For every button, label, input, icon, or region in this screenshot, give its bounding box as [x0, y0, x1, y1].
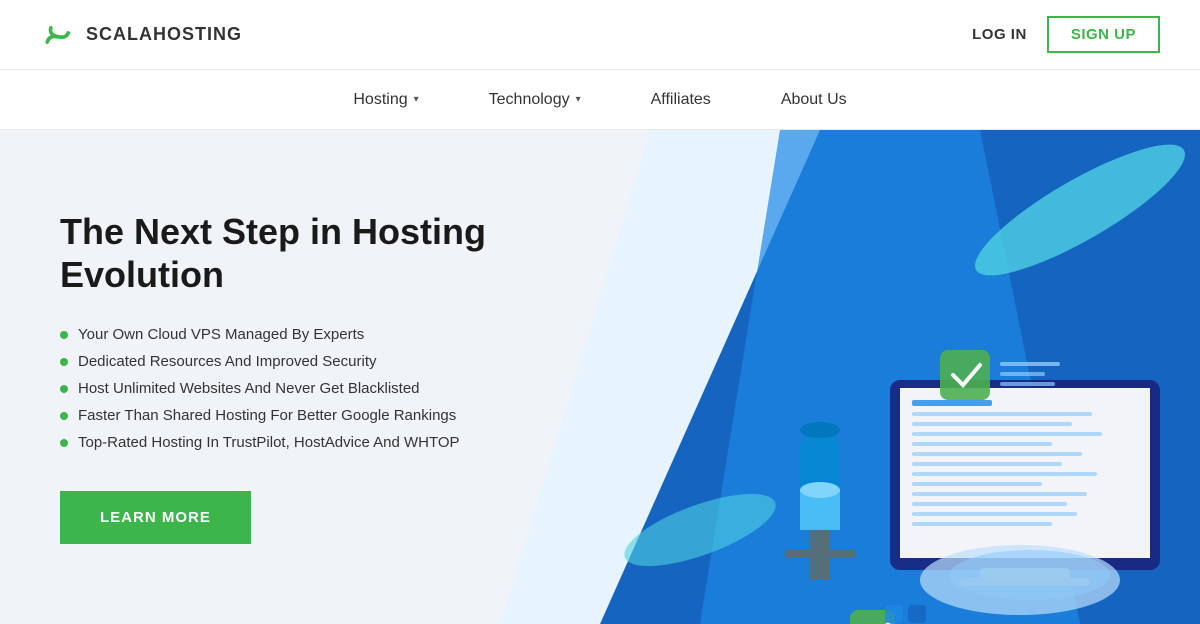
hero-content: The Next Step in Hosting Evolution Your … — [0, 150, 600, 604]
nav-label-technology: Technology — [489, 91, 570, 109]
list-item: Your Own Cloud VPS Managed By Experts — [60, 326, 540, 343]
bullet-text-2: Dedicated Resources And Improved Securit… — [78, 353, 376, 370]
bullet-icon — [60, 331, 68, 339]
bullet-icon — [60, 412, 68, 420]
learn-more-button[interactable]: LEARN MORE — [60, 491, 251, 544]
logo[interactable]: SCALAHOSTING — [40, 17, 242, 53]
chevron-down-icon: ▾ — [576, 94, 581, 105]
bullet-text-3: Host Unlimited Websites And Never Get Bl… — [78, 380, 420, 397]
nav-item-technology[interactable]: Technology ▾ — [484, 91, 586, 109]
nav-item-about[interactable]: About Us — [776, 91, 852, 109]
hero-section: The Next Step in Hosting Evolution Your … — [0, 130, 1200, 624]
hero-illustration — [500, 130, 1200, 624]
list-item: Top-Rated Hosting In TrustPilot, HostAdv… — [60, 434, 540, 451]
login-button[interactable]: LOG IN — [972, 26, 1027, 43]
list-item: Faster Than Shared Hosting For Better Go… — [60, 407, 540, 424]
nav-label-about: About Us — [781, 91, 847, 109]
scala-logo-icon — [40, 17, 76, 53]
bullet-text-4: Faster Than Shared Hosting For Better Go… — [78, 407, 456, 424]
nav-label-affiliates: Affiliates — [651, 91, 711, 109]
header-actions: LOG IN SIGN UP — [972, 16, 1160, 53]
signup-button[interactable]: SIGN UP — [1047, 16, 1160, 53]
list-item: Dedicated Resources And Improved Securit… — [60, 353, 540, 370]
bullet-icon — [60, 439, 68, 447]
bullet-text-5: Top-Rated Hosting In TrustPilot, HostAdv… — [78, 434, 460, 451]
nav-label-hosting: Hosting — [353, 91, 407, 109]
nav-item-affiliates[interactable]: Affiliates — [646, 91, 716, 109]
bullet-text-1: Your Own Cloud VPS Managed By Experts — [78, 326, 364, 343]
nav-item-hosting[interactable]: Hosting ▾ — [348, 91, 423, 109]
logo-text: SCALAHOSTING — [86, 24, 242, 45]
bullet-icon — [60, 385, 68, 393]
hero-title: The Next Step in Hosting Evolution — [60, 210, 540, 296]
chevron-down-icon: ▾ — [414, 94, 419, 105]
bullet-icon — [60, 358, 68, 366]
navbar: Hosting ▾ Technology ▾ Affiliates About … — [0, 70, 1200, 130]
list-item: Host Unlimited Websites And Never Get Bl… — [60, 380, 540, 397]
header: SCALAHOSTING LOG IN SIGN UP — [0, 0, 1200, 70]
hero-bullet-list: Your Own Cloud VPS Managed By Experts De… — [60, 326, 540, 451]
